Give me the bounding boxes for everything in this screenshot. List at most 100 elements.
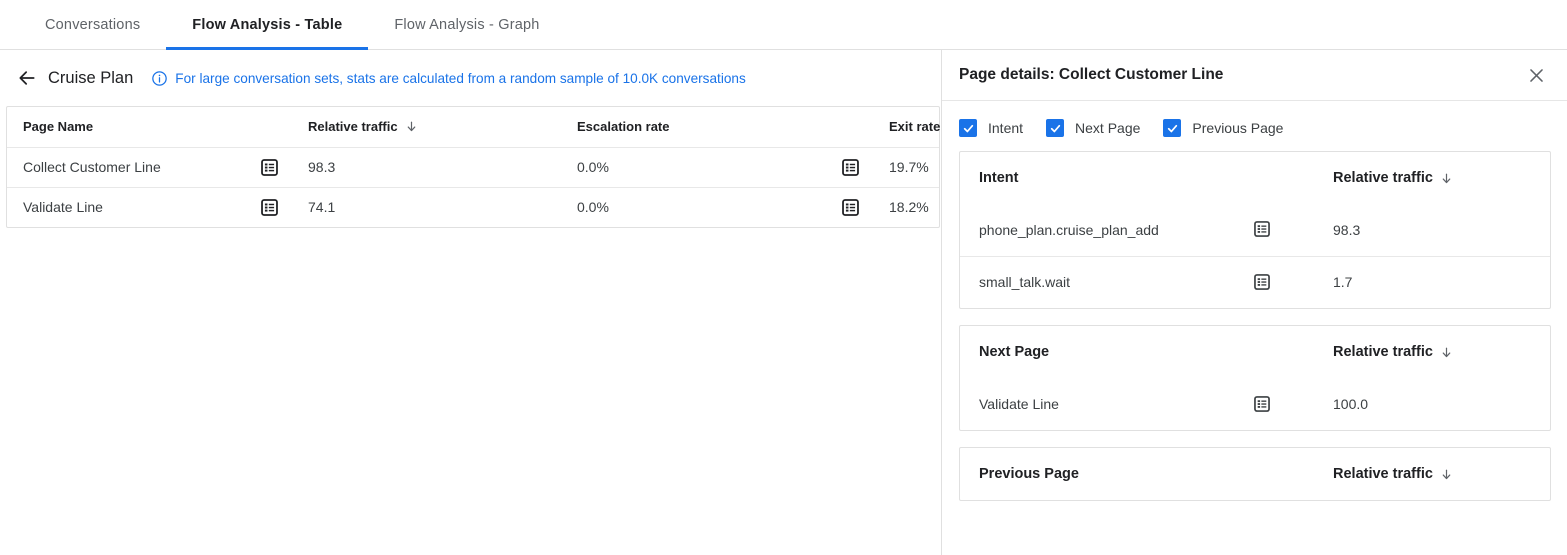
intent-table-header-row: Intent Relative traffic [960, 152, 1550, 204]
column-header-spacer-1 [239, 107, 292, 147]
column-header-previous-page-label: Previous Page [979, 466, 1079, 482]
cell-next-page-relative-traffic: 100.0 [1314, 378, 1550, 430]
cell-intent-detail-icon[interactable] [1250, 204, 1314, 256]
arrow-down-icon[interactable] [405, 120, 418, 133]
cell-intent-relative-traffic: 98.3 [1314, 204, 1550, 256]
content-area: Cruise Plan For large conversation sets,… [0, 50, 1567, 555]
page-title: Cruise Plan [48, 69, 133, 88]
cell-page-name: Collect Customer Line [7, 147, 239, 187]
column-header-intent-relative-traffic[interactable]: Relative traffic [1314, 152, 1550, 204]
column-header-page-name[interactable]: Page Name [7, 107, 239, 147]
table-row[interactable]: small_talk.wait [960, 256, 1550, 308]
intent-section: Intent Relative traffic [959, 151, 1551, 309]
cell-relative-traffic: 74.1 [292, 187, 561, 227]
cell-exit-detail-icon[interactable] [820, 187, 873, 227]
cell-intent-name: phone_plan.cruise_plan_add [960, 204, 1250, 256]
list-detail-icon[interactable] [842, 159, 859, 176]
column-header-next-page[interactable]: Next Page [960, 326, 1250, 378]
column-header-next-page-label: Next Page [979, 344, 1049, 360]
cell-intent-detail-icon[interactable] [1250, 256, 1314, 308]
panel-header: Page details: Collect Customer Line [942, 50, 1567, 101]
previous-page-table-header-row: Previous Page Relative traffic [960, 448, 1550, 500]
info-banner-text: For large conversation sets, stats are c… [175, 71, 745, 86]
next-page-table: Next Page Relative traffic [960, 326, 1550, 430]
checkbox-checked-icon[interactable] [1163, 119, 1181, 137]
column-header-intent-relative-traffic-label: Relative traffic [1333, 170, 1433, 186]
page-header: Cruise Plan For large conversation sets,… [0, 50, 941, 106]
cell-traffic-detail-icon[interactable] [239, 187, 292, 227]
cell-relative-traffic: 98.3 [292, 147, 561, 187]
column-header-spacer-2 [820, 107, 873, 147]
checkbox-previous-page[interactable]: Previous Page [1163, 119, 1283, 137]
cell-exit-rate: 19.7% [873, 147, 939, 187]
checkbox-intent[interactable]: Intent [959, 119, 1023, 137]
info-icon [151, 70, 168, 87]
checkbox-checked-icon[interactable] [959, 119, 977, 137]
column-header-relative-traffic-label: Relative traffic [308, 119, 398, 134]
table-row[interactable]: phone_plan.cruise_plan_add [960, 204, 1550, 256]
checkbox-next-page-label: Next Page [1075, 120, 1140, 136]
column-header-previous-page-relative-traffic-label: Relative traffic [1333, 466, 1433, 482]
column-header-previous-page-relative-traffic[interactable]: Relative traffic [1314, 448, 1550, 500]
filter-checkbox-row: Intent Next Page Previous Page [942, 101, 1567, 151]
column-header-page-name-label: Page Name [23, 119, 93, 134]
tab-flow-analysis-graph[interactable]: Flow Analysis - Graph [368, 0, 565, 49]
table-row[interactable]: Collect Customer Line [7, 147, 939, 187]
arrow-down-icon[interactable] [1440, 468, 1453, 481]
cell-page-name: Validate Line [7, 187, 239, 227]
table-row[interactable]: Validate Line [960, 378, 1550, 430]
column-header-next-page-relative-traffic[interactable]: Relative traffic [1314, 326, 1550, 378]
list-detail-icon[interactable] [1254, 396, 1271, 413]
flow-table-container: Page Name Relative traffic [6, 106, 940, 228]
column-header-relative-traffic[interactable]: Relative traffic [292, 107, 561, 147]
cell-exit-detail-icon[interactable] [820, 147, 873, 187]
column-header-spacer [1250, 152, 1314, 204]
list-detail-icon[interactable] [261, 159, 278, 176]
list-detail-icon[interactable] [842, 199, 859, 216]
cell-escalation-rate: 0.0% [561, 147, 820, 187]
list-detail-icon[interactable] [1254, 274, 1271, 291]
column-header-intent[interactable]: Intent [960, 152, 1250, 204]
column-header-previous-page[interactable]: Previous Page [960, 448, 1250, 500]
list-detail-icon[interactable] [1254, 221, 1271, 238]
previous-page-section: Previous Page Relative traffic [959, 447, 1551, 501]
tab-bar: Conversations Flow Analysis - Table Flow… [0, 0, 1567, 50]
arrow-down-icon[interactable] [1440, 346, 1453, 359]
checkbox-intent-label: Intent [988, 120, 1023, 136]
list-detail-icon[interactable] [261, 199, 278, 216]
cell-next-page-name: Validate Line [960, 378, 1250, 430]
column-header-spacer [1250, 326, 1314, 378]
cell-escalation-rate: 0.0% [561, 187, 820, 227]
column-header-escalation-rate-label: Escalation rate [577, 119, 670, 134]
page-details-panel: Page details: Collect Customer Line Inte… [942, 50, 1567, 555]
checkbox-previous-page-label: Previous Page [1192, 120, 1283, 136]
cell-intent-name: small_talk.wait [960, 256, 1250, 308]
previous-page-table: Previous Page Relative traffic [960, 448, 1550, 500]
flow-table: Page Name Relative traffic [7, 107, 939, 227]
next-page-section: Next Page Relative traffic [959, 325, 1551, 431]
panel-title: Page details: Collect Customer Line [959, 66, 1521, 84]
table-row[interactable]: Validate Line [7, 187, 939, 227]
column-header-next-page-relative-traffic-label: Relative traffic [1333, 344, 1433, 360]
column-header-intent-label: Intent [979, 170, 1018, 186]
flow-table-header-row: Page Name Relative traffic [7, 107, 939, 147]
checkbox-next-page[interactable]: Next Page [1046, 119, 1140, 137]
column-header-exit-rate[interactable]: Exit rate [873, 107, 939, 147]
checkbox-checked-icon[interactable] [1046, 119, 1064, 137]
cell-exit-rate: 18.2% [873, 187, 939, 227]
column-header-exit-rate-label: Exit rate [889, 119, 940, 134]
tab-flow-analysis-table[interactable]: Flow Analysis - Table [166, 0, 368, 49]
arrow-down-icon[interactable] [1440, 172, 1453, 185]
intent-table: Intent Relative traffic [960, 152, 1550, 308]
column-header-spacer [1250, 448, 1314, 500]
tab-conversations[interactable]: Conversations [19, 0, 166, 49]
close-icon[interactable] [1521, 60, 1551, 90]
info-banner: For large conversation sets, stats are c… [151, 70, 745, 87]
arrow-left-icon[interactable] [14, 65, 40, 91]
cell-next-page-detail-icon[interactable] [1250, 378, 1314, 430]
flow-table-pane: Cruise Plan For large conversation sets,… [0, 50, 942, 555]
column-header-escalation-rate[interactable]: Escalation rate [561, 107, 820, 147]
cell-intent-relative-traffic: 1.7 [1314, 256, 1550, 308]
cell-traffic-detail-icon[interactable] [239, 147, 292, 187]
next-page-table-header-row: Next Page Relative traffic [960, 326, 1550, 378]
